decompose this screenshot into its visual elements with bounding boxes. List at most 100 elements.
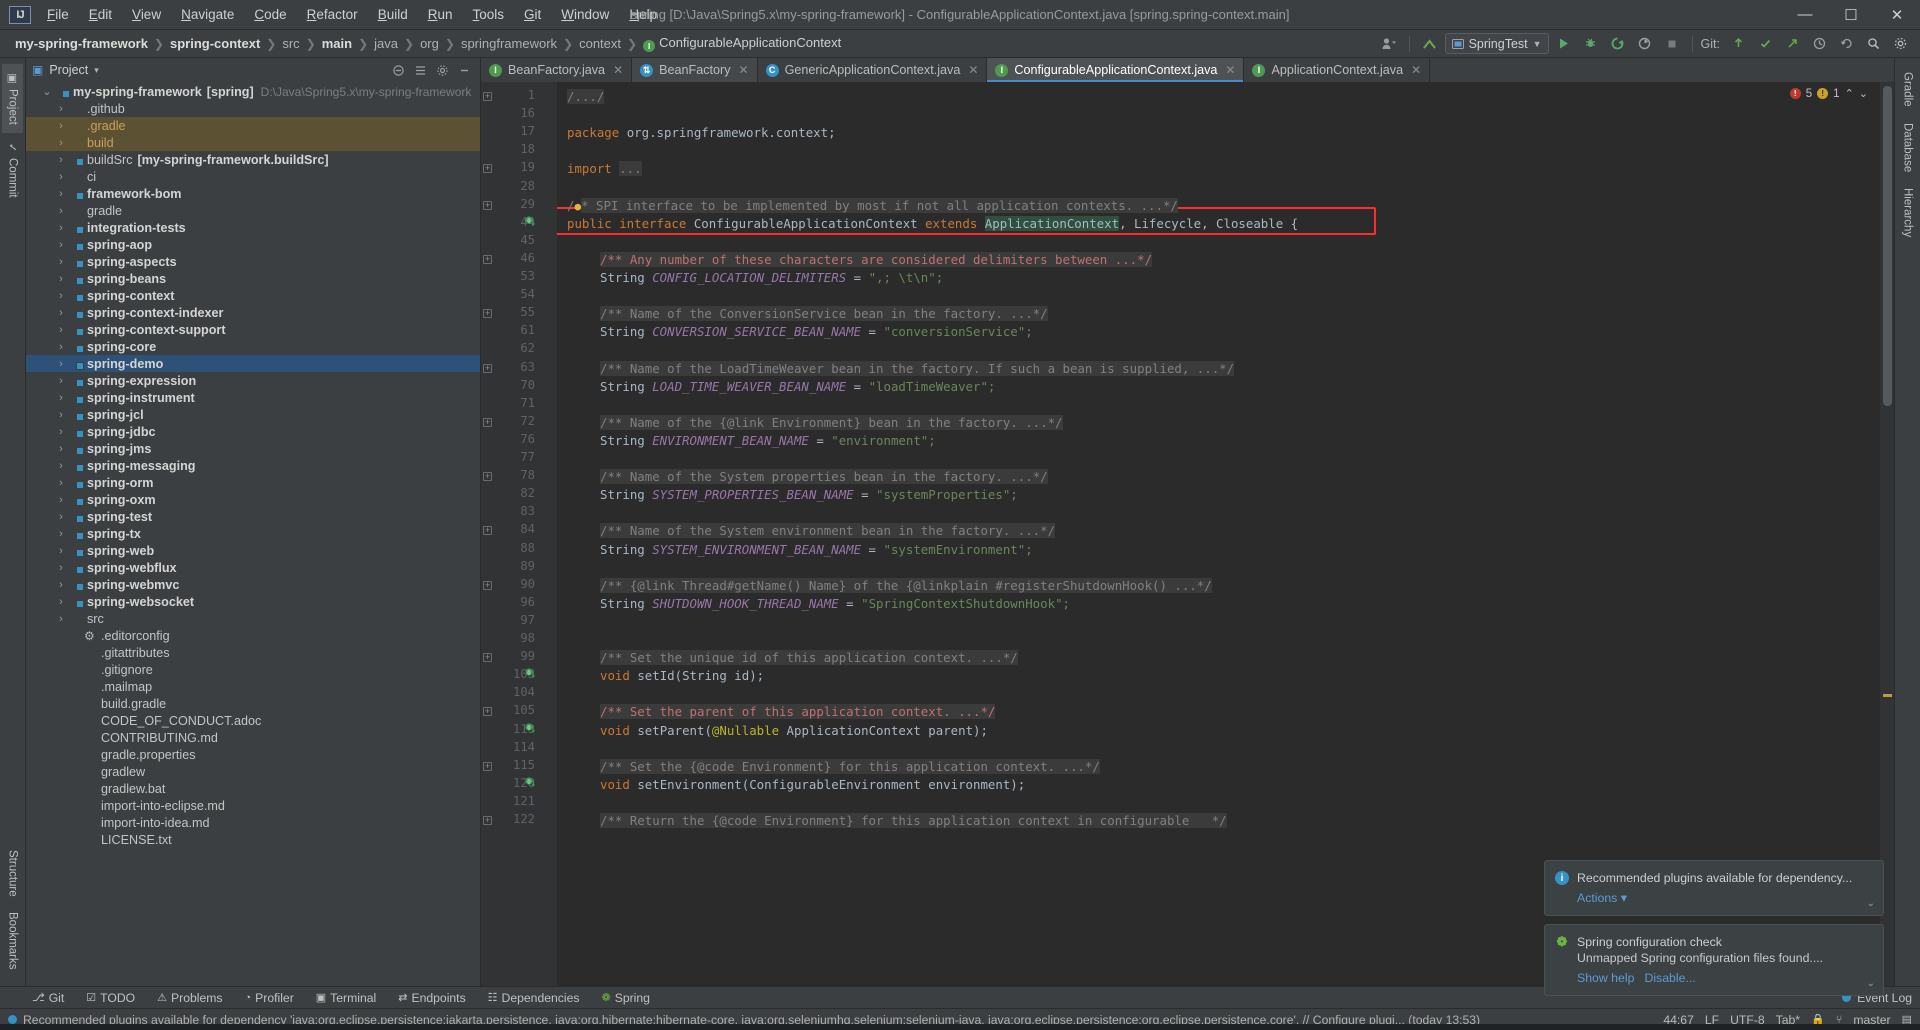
tree-node-code-of-conduct-adoc[interactable]: CODE_OF_CONDUCT.adoc <box>26 712 480 729</box>
tree-node-spring-tx[interactable]: › spring-tx <box>26 525 480 542</box>
notification-action-actions-[interactable]: Actions ▾ <box>1577 890 1627 906</box>
chevron-right-icon[interactable]: › <box>54 154 68 166</box>
tree-node-spring-websocket[interactable]: › spring-websocket <box>26 593 480 610</box>
chevron-right-icon[interactable]: › <box>54 324 68 336</box>
tree-node-spring-context-support[interactable]: › spring-context-support <box>26 321 480 338</box>
tree-node--editorconfig[interactable]: ⚙ .editorconfig <box>26 627 480 644</box>
bottom-tool-problems[interactable]: ⚠ Problems <box>153 990 226 1006</box>
sidebar-item-structure[interactable]: Structure <box>3 842 23 905</box>
chevron-right-icon[interactable]: › <box>54 511 68 523</box>
chevron-right-icon[interactable]: › <box>54 528 68 540</box>
menu-item-window[interactable]: Window <box>552 4 618 25</box>
chevron-right-icon[interactable]: › <box>54 460 68 472</box>
tree-node-import-into-idea-md[interactable]: import-into-idea.md <box>26 814 480 831</box>
tree-node-spring-beans[interactable]: › spring-beans <box>26 270 480 287</box>
notification-1[interactable]: i Recommended plugins available for depen… <box>1544 860 1884 916</box>
expand-all-icon[interactable] <box>410 60 430 80</box>
chevron-right-icon[interactable]: › <box>54 205 68 217</box>
chevron-down-icon[interactable]: ⌄ <box>1867 898 1875 909</box>
fold-toggle-icon[interactable]: + <box>483 92 492 101</box>
close-icon[interactable]: ✕ <box>613 63 623 77</box>
fold-toggle-icon[interactable]: + <box>483 761 492 771</box>
tree-node-import-into-eclipse-md[interactable]: import-into-eclipse.md <box>26 797 480 814</box>
maximize-button[interactable]: ☐ <box>1828 0 1874 30</box>
project-tree[interactable]: ⌄ my-spring-framework [spring] D:\Java\Spri… <box>26 82 480 986</box>
menu-item-file[interactable]: File <box>38 4 78 25</box>
tree-node-spring-aspects[interactable]: › spring-aspects <box>26 253 480 270</box>
menu-item-view[interactable]: View <box>123 4 170 25</box>
tree-node-spring-jdbc[interactable]: › spring-jdbc <box>26 423 480 440</box>
editor-tab-genericapplicationcontext-java[interactable]: C GenericApplicationContext.java ✕ <box>758 58 988 82</box>
breadcrumb-my-spring-framework[interactable]: my-spring-framework <box>10 34 153 53</box>
chevron-right-icon[interactable]: › <box>54 273 68 285</box>
menu-item-refactor[interactable]: Refactor <box>298 4 367 25</box>
chevron-down-icon[interactable]: ⌄ <box>40 85 54 98</box>
fold-toggle-icon[interactable]: + <box>483 417 492 427</box>
fold-toggle-icon[interactable]: + <box>483 309 492 319</box>
chevron-right-icon[interactable]: › <box>54 409 68 421</box>
implementing-method-icon[interactable]: O <box>525 777 536 791</box>
tree-node-spring-expression[interactable]: › spring-expression <box>26 372 480 389</box>
menu-item-code[interactable]: Code <box>245 4 295 25</box>
tree-node-spring-orm[interactable]: › spring-orm <box>26 474 480 491</box>
fold-toggle-icon[interactable]: + <box>483 816 492 825</box>
tree-node--mailmap[interactable]: .mailmap <box>26 678 480 695</box>
menu-item-edit[interactable]: Edit <box>80 4 121 25</box>
menu-item-run[interactable]: Run <box>419 4 462 25</box>
implementing-method-icon[interactable]: O <box>525 216 536 230</box>
tree-node-spring-core[interactable]: › spring-core <box>26 338 480 355</box>
editor-tab-beanfactory[interactable]: ⇅ BeanFactory ✕ <box>632 58 758 82</box>
chevron-right-icon[interactable]: › <box>54 103 68 115</box>
run-configuration-selector[interactable]: SpringTest ▼ <box>1444 33 1549 54</box>
breadcrumb-main[interactable]: main <box>317 34 357 53</box>
chevron-right-icon[interactable]: › <box>54 494 68 506</box>
tree-node-integration-tests[interactable]: › integration-tests <box>26 219 480 236</box>
chevron-right-icon[interactable]: › <box>54 358 68 370</box>
menu-item-git[interactable]: Git <box>515 4 550 25</box>
menu-item-build[interactable]: Build <box>369 4 417 25</box>
chevron-right-icon[interactable]: › <box>54 137 68 149</box>
tree-node-buildsrc[interactable]: › buildSrc [my-spring-framework.buildSrc] <box>26 151 480 168</box>
inspection-widget[interactable]: ! 5 ! 1 ⌃ ⌄ <box>1789 87 1868 100</box>
run-with-coverage-icon[interactable] <box>1606 33 1630 55</box>
menu-item-tools[interactable]: Tools <box>464 4 514 25</box>
breadcrumb-context[interactable]: context <box>574 34 626 53</box>
chevron-right-icon[interactable]: › <box>54 545 68 557</box>
chevron-right-icon[interactable]: › <box>54 443 68 455</box>
bottom-tool-profiler[interactable]: ◔ Profiler <box>241 990 298 1006</box>
tree-node-spring-webmvc[interactable]: › spring-webmvc <box>26 576 480 593</box>
tree-node-spring-oxm[interactable]: › spring-oxm <box>26 491 480 508</box>
sidebar-item-commit[interactable]: ✓ Commit <box>2 133 23 206</box>
bottom-tool-git[interactable]: ⎇ Git <box>28 990 68 1006</box>
tree-node--gradle[interactable]: › .gradle <box>26 117 480 134</box>
history-icon[interactable] <box>1807 33 1831 55</box>
bottom-tool-terminal[interactable]: ▣ Terminal <box>312 990 380 1006</box>
minimize-button[interactable]: — <box>1782 0 1828 30</box>
editor-scrollbar-thumb[interactable] <box>1883 86 1892 406</box>
tree-node-spring-context-indexer[interactable]: › spring-context-indexer <box>26 304 480 321</box>
fold-toggle-icon[interactable]: + <box>483 363 492 373</box>
breadcrumb-springframework[interactable]: springframework <box>456 34 562 53</box>
editor-tab-configurableapplicationcontext-java[interactable]: I ConfigurableApplicationContext.java ✕ <box>987 58 1245 82</box>
menu-item-help[interactable]: Help <box>620 4 666 25</box>
warning-marker[interactable] <box>1883 694 1892 697</box>
chevron-right-icon[interactable]: › <box>54 477 68 489</box>
close-icon[interactable]: ✕ <box>968 63 978 77</box>
menu-item-navigate[interactable]: Navigate <box>172 4 243 25</box>
tree-node-gradle[interactable]: › gradle <box>26 202 480 219</box>
fold-toggle-icon[interactable]: + <box>483 653 492 663</box>
rollback-icon[interactable] <box>1834 33 1858 55</box>
tree-node-gradlew-bat[interactable]: gradlew.bat <box>26 780 480 797</box>
chevron-right-icon[interactable]: › <box>54 290 68 302</box>
sidebar-item-project[interactable]: ▣ Project <box>2 64 23 133</box>
project-settings-icon[interactable] <box>432 60 452 80</box>
hide-panel-icon[interactable] <box>454 60 474 80</box>
tree-node--github[interactable]: › .github <box>26 100 480 117</box>
fold-toggle-icon[interactable]: + <box>483 472 492 482</box>
search-everywhere-icon[interactable] <box>1861 33 1885 55</box>
sidebar-item-database[interactable]: Database <box>1898 115 1918 180</box>
breadcrumb-java[interactable]: java <box>369 34 403 53</box>
tree-node--gitattributes[interactable]: .gitattributes <box>26 644 480 661</box>
tree-node-spring-demo[interactable]: › spring-demo <box>26 355 480 372</box>
tree-node-gradle-properties[interactable]: gradle.properties <box>26 746 480 763</box>
